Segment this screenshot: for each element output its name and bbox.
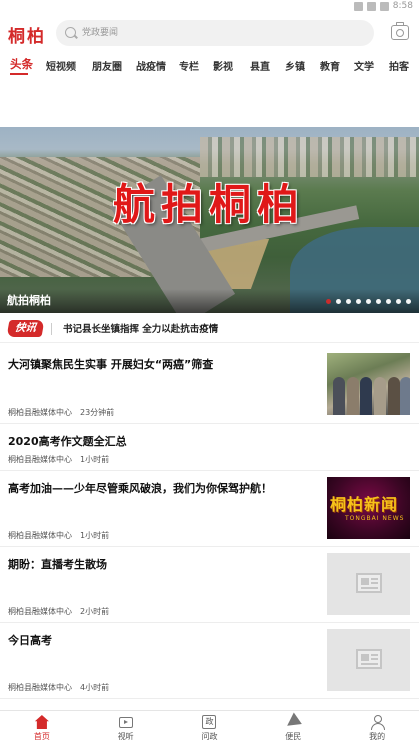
nav-item-2[interactable]: 政问政 <box>168 711 252 744</box>
nav-label: 我的 <box>369 732 386 741</box>
news-source: 桐柏县融媒体中心 <box>8 531 72 540</box>
battery-icon <box>379 2 389 11</box>
carousel-dot[interactable] <box>376 299 381 304</box>
camera-icon[interactable] <box>391 22 409 40</box>
carousel-dot[interactable] <box>336 299 341 304</box>
status-time: 8:58 <box>392 1 413 11</box>
search-icon <box>65 27 76 38</box>
tab-10[interactable]: 拍客 <box>389 58 409 73</box>
active-tab-indicator <box>10 73 28 75</box>
photo-person <box>400 377 410 415</box>
tab-4[interactable]: 专栏 <box>179 58 199 73</box>
tab-5[interactable]: 影视 <box>213 58 233 73</box>
hero-banner[interactable]: 航拍桐柏 航拍桐柏 <box>0 127 419 313</box>
app-header: 桐柏 <box>0 14 419 52</box>
tab-8[interactable]: 教育 <box>320 58 340 73</box>
tab-2[interactable]: 朋友圈 <box>92 58 122 73</box>
tab-7[interactable]: 乡镇 <box>285 58 305 73</box>
bottom-nav: 首页 视听政问政 便民 我的 <box>0 710 419 744</box>
news-meta: 桐柏县融媒体中心 4小时前 <box>8 682 109 693</box>
news-item[interactable]: 期盼：直播考生散场桐柏县融媒体中心 2小时前 <box>0 547 419 623</box>
nav-item-1[interactable]: 视听 <box>84 711 168 744</box>
thumb-brand-subtitle: TONGBAI NEWS <box>345 515 405 522</box>
news-item[interactable]: 2020高考作文题全汇总桐柏县融媒体中心 1小时前 <box>0 424 419 471</box>
news-time: 2小时前 <box>80 607 110 616</box>
nav-label: 便民 <box>285 732 302 741</box>
news-title: 大河镇聚焦民生实事 开展妇女“两癌”筛查 <box>8 358 214 371</box>
news-title: 今日高考 <box>8 634 52 647</box>
news-time: 23分钟前 <box>80 408 115 417</box>
thumb-brand-title: 桐柏新闻 <box>330 495 399 514</box>
news-time: 1小时前 <box>80 455 110 464</box>
search-input[interactable] <box>82 20 362 46</box>
flash-headline[interactable]: 书记县长坐镇指挥 全力以赴抗击疫情 <box>63 321 218 335</box>
search-bar[interactable] <box>56 20 374 46</box>
news-title: 2020高考作文题全汇总 <box>8 435 127 448</box>
tab-6[interactable]: 县直 <box>250 58 270 73</box>
nav-item-0[interactable]: 首页 <box>0 711 84 744</box>
news-meta: 桐柏县融媒体中心 1小时前 <box>8 454 109 465</box>
home-icon <box>34 715 49 729</box>
photo-person <box>347 377 359 415</box>
news-time: 1小时前 <box>80 531 110 540</box>
nav-label: 问政 <box>201 732 218 741</box>
flash-badge: 快讯 <box>6 320 45 337</box>
photo-person <box>388 377 400 415</box>
news-time: 4小时前 <box>80 683 110 692</box>
nav-label: 首页 <box>33 732 50 741</box>
news-source: 桐柏县融媒体中心 <box>8 455 72 464</box>
news-item[interactable]: 高考加油——少年尽管乘风破浪，我们为你保驾护航！ 桐柏县融媒体中心 1小时前 桐柏新闻… <box>0 471 419 547</box>
news-meta: 桐柏县融媒体中心 1小时前 <box>8 530 109 541</box>
send-icon <box>283 712 303 732</box>
banner-overlay-title: 航拍桐柏 <box>113 180 306 229</box>
carousel-dot[interactable] <box>356 299 361 304</box>
news-thumbnail: 桐柏新闻 TONGBAI NEWS <box>327 477 410 539</box>
photo-person <box>374 377 386 415</box>
notification-icon <box>353 2 363 11</box>
news-item[interactable]: 大河镇聚焦民生实事 开展妇女“两癌”筛查桐柏县融媒体中心 23分钟前 <box>0 345 419 424</box>
tab-9[interactable]: 文学 <box>354 58 374 73</box>
user-icon <box>370 715 386 730</box>
carousel-dot[interactable] <box>386 299 391 304</box>
tab-3[interactable]: 战疫情 <box>136 58 166 73</box>
tab-1[interactable]: 短视频 <box>46 58 76 73</box>
carousel-dot[interactable] <box>346 299 351 304</box>
divider <box>51 323 52 335</box>
status-bar: 8:58 <box>0 0 419 14</box>
photo-person <box>360 377 372 415</box>
placeholder-image-icon <box>356 649 382 669</box>
signal-icon <box>366 2 376 11</box>
news-source: 桐柏县融媒体中心 <box>8 683 72 692</box>
news-title: 高考加油——少年尽管乘风破浪，我们为你保驾护航！ <box>8 482 272 495</box>
news-thumbnail <box>327 353 410 415</box>
news-item[interactable]: 今日高考桐柏县融媒体中心 4小时前 <box>0 623 419 699</box>
news-title: 期盼：直播考生散场 <box>8 558 107 571</box>
nav-item-3[interactable]: 便民 <box>251 711 335 744</box>
tv-icon <box>118 717 133 728</box>
news-thumbnail <box>327 629 410 691</box>
photo-person <box>333 377 345 415</box>
carousel-dots <box>326 299 411 304</box>
carousel-dot[interactable] <box>396 299 401 304</box>
carousel-dot[interactable] <box>366 299 371 304</box>
category-tabs: 头条 短视频 朋友圈 战疫情 专栏 影视 县直 乡镇 教育 文学 拍客 <box>0 52 419 76</box>
banner-caption: 航拍桐柏 <box>7 294 51 307</box>
flash-news-bar: 快讯 书记县长坐镇指挥 全力以赴抗击疫情 <box>0 313 419 343</box>
news-source: 桐柏县融媒体中心 <box>8 408 72 417</box>
news-thumbnail <box>327 553 410 615</box>
carousel-dot[interactable] <box>326 299 331 304</box>
status-icons: 8:58 <box>353 1 413 12</box>
news-source: 桐柏县融媒体中心 <box>8 607 72 616</box>
gov-icon: 政 <box>202 715 217 729</box>
nav-item-4[interactable]: 我的 <box>335 711 419 744</box>
news-meta: 桐柏县融媒体中心 2小时前 <box>8 606 109 617</box>
nav-label: 视听 <box>117 732 134 741</box>
app-logo: 桐柏 <box>8 27 46 47</box>
carousel-dot[interactable] <box>406 299 411 304</box>
tab-0[interactable]: 头条 <box>10 56 33 72</box>
placeholder-image-icon <box>356 573 382 593</box>
news-meta: 桐柏县融媒体中心 23分钟前 <box>8 407 114 418</box>
